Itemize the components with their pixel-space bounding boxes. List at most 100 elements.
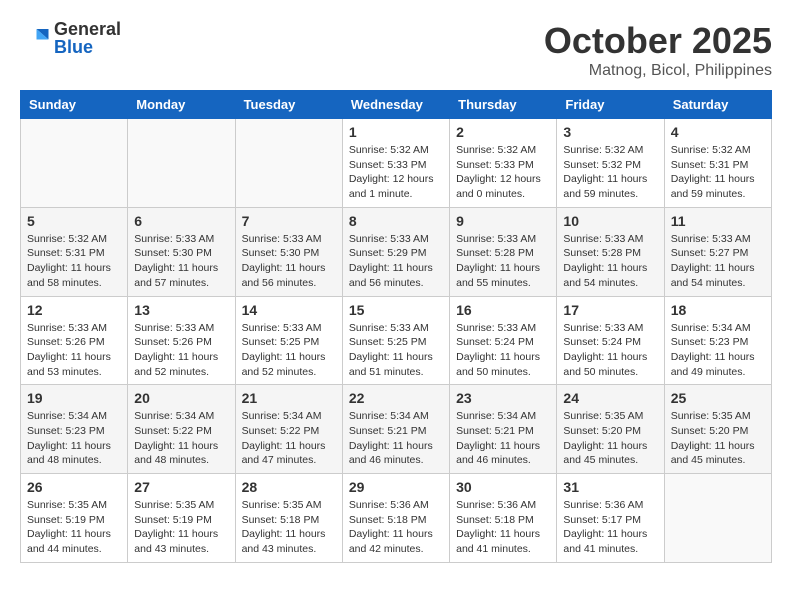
calendar-cell: 15 Sunrise: 5:33 AM Sunset: 5:25 PM Dayli… [342, 296, 449, 385]
calendar-cell: 12 Sunrise: 5:33 AM Sunset: 5:26 PM Dayli… [21, 296, 128, 385]
calendar-cell: 6 Sunrise: 5:33 AM Sunset: 5:30 PM Daylig… [128, 207, 235, 296]
day-info: Sunrise: 5:35 AM Sunset: 5:20 PM Dayligh… [671, 409, 765, 468]
calendar-week-row: 19Sunrise: 5:34 AM Sunset: 5:23 PM Dayli… [21, 385, 772, 474]
day-info: Sunrise: 5:35 AM Sunset: 5:19 PM Dayligh… [27, 498, 121, 557]
calendar-cell: 1Sunrise: 5:32 AM Sunset: 5:33 PM Daylig… [342, 119, 449, 208]
logo: General Blue [20, 20, 121, 56]
day-number: 11 [671, 213, 765, 229]
calendar-cell: 18 Sunrise: 5:34 AM Sunset: 5:23 PM Dayli… [664, 296, 771, 385]
day-number: 1 [349, 124, 443, 140]
month-title: October 2025 [544, 20, 772, 62]
day-info: Sunrise: 5:35 AM Sunset: 5:18 PM Dayligh… [242, 498, 336, 557]
calendar: SundayMondayTuesdayWednesdayThursdayFrid… [20, 90, 772, 563]
calendar-cell: 29Sunrise: 5:36 AM Sunset: 5:18 PM Dayli… [342, 474, 449, 563]
day-number: 14 [242, 302, 336, 318]
day-info: Sunrise: 5:34 AM Sunset: 5:22 PM Dayligh… [242, 409, 336, 468]
day-number: 28 [242, 479, 336, 495]
calendar-cell: 4Sunrise: 5:32 AM Sunset: 5:31 PM Daylig… [664, 119, 771, 208]
day-number: 15 [349, 302, 443, 318]
day-info: Sunrise: 5:34 AM Sunset: 5:23 PM Dayligh… [27, 409, 121, 468]
calendar-cell: 23 Sunrise: 5:34 AM Sunset: 5:21 PM Dayli… [450, 385, 557, 474]
day-number: 7 [242, 213, 336, 229]
day-number: 25 [671, 390, 765, 406]
weekday-header: Wednesday [342, 91, 449, 119]
day-info: Sunrise: 5:33 AM Sunset: 5:27 PM Dayligh… [671, 232, 765, 291]
location: Matnog, Bicol, Philippines [544, 62, 772, 80]
day-info: Sunrise: 5:33 AM Sunset: 5:30 PM Dayligh… [242, 232, 336, 291]
day-number: 16 [456, 302, 550, 318]
logo-icon [20, 23, 50, 53]
day-number: 22 [349, 390, 443, 406]
day-number: 20 [134, 390, 228, 406]
day-info: Sunrise: 5:35 AM Sunset: 5:20 PM Dayligh… [563, 409, 657, 468]
day-number: 18 [671, 302, 765, 318]
day-info: Sunrise: 5:36 AM Sunset: 5:18 PM Dayligh… [349, 498, 443, 557]
day-number: 26 [27, 479, 121, 495]
calendar-cell: 25 Sunrise: 5:35 AM Sunset: 5:20 PM Dayli… [664, 385, 771, 474]
logo-text: General Blue [54, 20, 121, 56]
day-number: 31 [563, 479, 657, 495]
calendar-cell [664, 474, 771, 563]
calendar-week-row: 12 Sunrise: 5:33 AM Sunset: 5:26 PM Dayli… [21, 296, 772, 385]
day-number: 12 [27, 302, 121, 318]
title-area: October 2025 Matnog, Bicol, Philippines [544, 20, 772, 80]
day-info: Sunrise: 5:33 AM Sunset: 5:29 PM Dayligh… [349, 232, 443, 291]
calendar-cell: 17 Sunrise: 5:33 AM Sunset: 5:24 PM Dayli… [557, 296, 664, 385]
day-number: 17 [563, 302, 657, 318]
day-number: 27 [134, 479, 228, 495]
day-info: Sunrise: 5:33 AM Sunset: 5:28 PM Dayligh… [563, 232, 657, 291]
day-info: Sunrise: 5:32 AM Sunset: 5:32 PM Dayligh… [563, 143, 657, 202]
day-info: Sunrise: 5:32 AM Sunset: 5:33 PM Dayligh… [456, 143, 550, 202]
calendar-cell: 31 Sunrise: 5:36 AM Sunset: 5:17 PM Dayli… [557, 474, 664, 563]
day-info: Sunrise: 5:34 AM Sunset: 5:23 PM Dayligh… [671, 321, 765, 380]
calendar-cell: 2 Sunrise: 5:32 AM Sunset: 5:33 PM Daylig… [450, 119, 557, 208]
calendar-cell: 7 Sunrise: 5:33 AM Sunset: 5:30 PM Daylig… [235, 207, 342, 296]
weekday-header: Tuesday [235, 91, 342, 119]
day-number: 10 [563, 213, 657, 229]
day-info: Sunrise: 5:32 AM Sunset: 5:31 PM Dayligh… [27, 232, 121, 291]
day-info: Sunrise: 5:33 AM Sunset: 5:26 PM Dayligh… [27, 321, 121, 380]
day-number: 3 [563, 124, 657, 140]
logo-general: General [54, 20, 121, 38]
day-number: 2 [456, 124, 550, 140]
calendar-cell: 14 Sunrise: 5:33 AM Sunset: 5:25 PM Dayli… [235, 296, 342, 385]
day-info: Sunrise: 5:34 AM Sunset: 5:21 PM Dayligh… [349, 409, 443, 468]
calendar-cell: 27 Sunrise: 5:35 AM Sunset: 5:19 PM Dayli… [128, 474, 235, 563]
calendar-cell: 5 Sunrise: 5:32 AM Sunset: 5:31 PM Daylig… [21, 207, 128, 296]
weekday-header: Friday [557, 91, 664, 119]
calendar-cell: 26 Sunrise: 5:35 AM Sunset: 5:19 PM Dayli… [21, 474, 128, 563]
calendar-cell: 8 Sunrise: 5:33 AM Sunset: 5:29 PM Daylig… [342, 207, 449, 296]
day-number: 6 [134, 213, 228, 229]
day-info: Sunrise: 5:33 AM Sunset: 5:28 PM Dayligh… [456, 232, 550, 291]
weekday-header: Monday [128, 91, 235, 119]
day-info: Sunrise: 5:33 AM Sunset: 5:24 PM Dayligh… [456, 321, 550, 380]
day-info: Sunrise: 5:34 AM Sunset: 5:21 PM Dayligh… [456, 409, 550, 468]
day-info: Sunrise: 5:33 AM Sunset: 5:24 PM Dayligh… [563, 321, 657, 380]
page-header: General Blue October 2025 Matnog, Bicol,… [20, 20, 772, 80]
day-number: 23 [456, 390, 550, 406]
calendar-cell: 28 Sunrise: 5:35 AM Sunset: 5:18 PM Dayli… [235, 474, 342, 563]
day-info: Sunrise: 5:35 AM Sunset: 5:19 PM Dayligh… [134, 498, 228, 557]
day-info: Sunrise: 5:36 AM Sunset: 5:17 PM Dayligh… [563, 498, 657, 557]
calendar-cell [235, 119, 342, 208]
calendar-week-row: 1 Sunrise: 5:32 AM Sunset: 5:33 PM Daylig… [21, 119, 772, 208]
day-number: 8 [349, 213, 443, 229]
calendar-cell: 30 Sunrise: 5:36 AM Sunset: 5:18 PM Dayli… [450, 474, 557, 563]
day-info: Sunrise: 5:33 AM Sunset: 5:25 PM Dayligh… [242, 321, 336, 380]
day-number: 4 [671, 124, 765, 140]
day-info: Sunrise: 5:36 AM Sunset: 5:18 PM Dayligh… [456, 498, 550, 557]
calendar-cell: 22 Sunrise: 5:34 AM Sunset: 5:21 PM Dayli… [342, 385, 449, 474]
day-info: Sunrise: 5:33 AM Sunset: 5:25 PM Dayligh… [349, 321, 443, 380]
calendar-cell [128, 119, 235, 208]
day-info: Sunrise: 5:33 AM Sunset: 5:26 PM Dayligh… [134, 321, 228, 380]
day-number: 30 [456, 479, 550, 495]
calendar-body: 1 Sunrise: 5:32 AM Sunset: 5:33 PM Daylig… [21, 119, 772, 563]
calendar-week-row: 26 Sunrise: 5:35 AM Sunset: 5:19 PM Dayli… [21, 474, 772, 563]
calendar-cell: 24Sunrise: 5:35 AM Sunset: 5:20 PM Dayli… [557, 385, 664, 474]
day-info: Sunrise: 5:33 AM Sunset: 5:30 PM Dayligh… [134, 232, 228, 291]
day-number: 13 [134, 302, 228, 318]
day-number: 5 [27, 213, 121, 229]
weekday-header-row: SundayMondayTuesdayWednesdayThursdayFrid… [21, 91, 772, 119]
calendar-cell: 19Sunrise: 5:34 AM Sunset: 5:23 PM Dayli… [21, 385, 128, 474]
calendar-cell: 21Sunrise: 5:34 AM Sunset: 5:22 PM Dayli… [235, 385, 342, 474]
